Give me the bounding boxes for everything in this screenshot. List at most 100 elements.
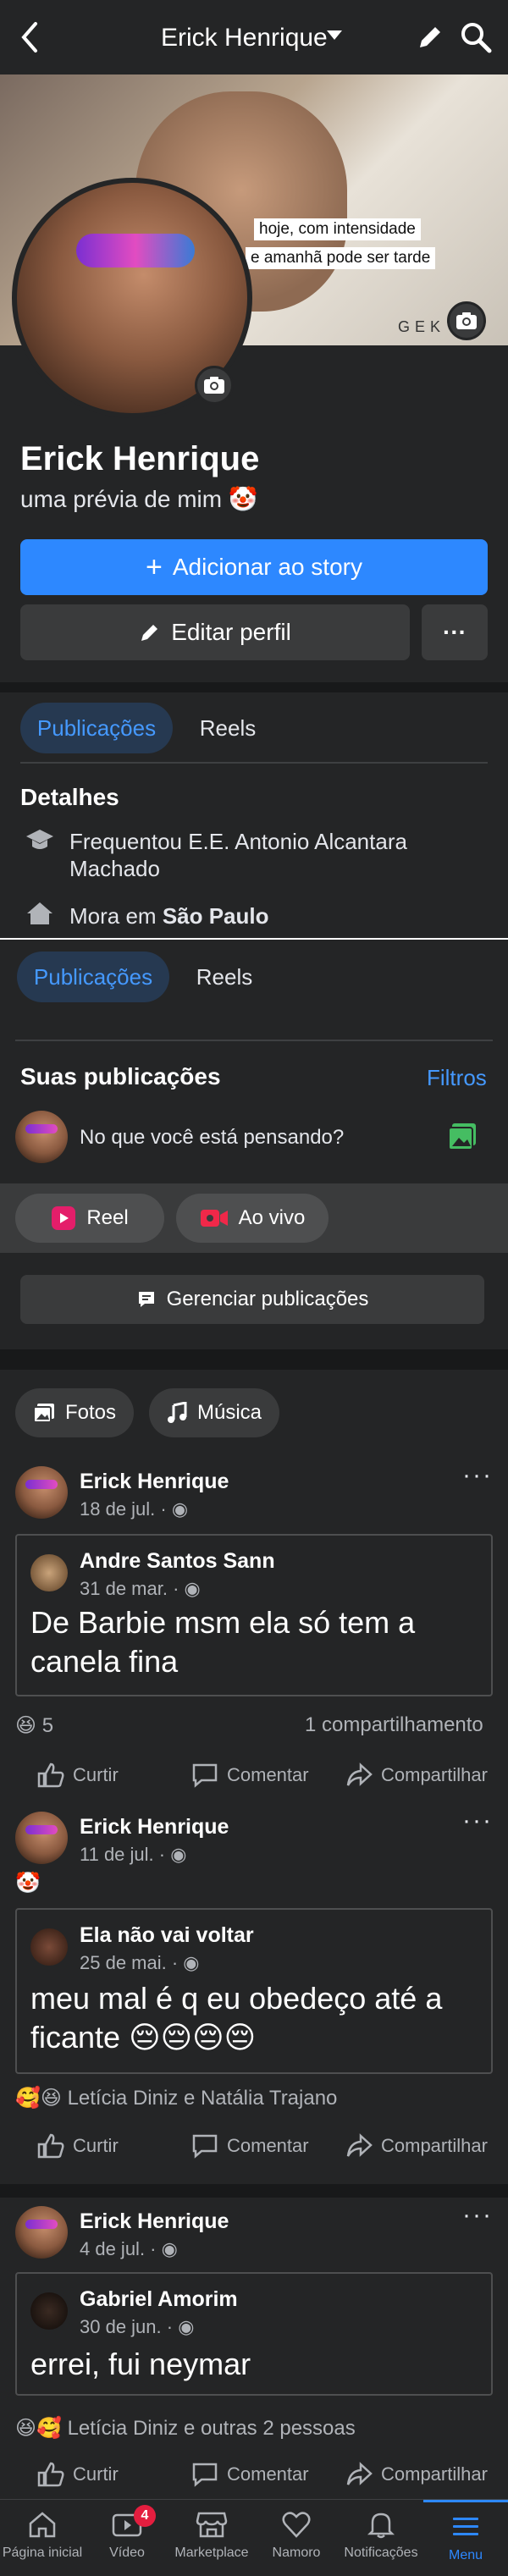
thumbs-up-icon: [37, 2133, 64, 2159]
more-options-button[interactable]: ···: [422, 604, 488, 660]
shared-author[interactable]: Andre Santos Sann: [80, 1549, 275, 1574]
detail-lives-city[interactable]: São Paulo: [163, 903, 269, 929]
share-label: Compartilhar: [381, 2463, 488, 2485]
nav-home[interactable]: Página inicial: [0, 2500, 85, 2576]
reaction-summary[interactable]: 😆🥰 Letícia Diniz e outras 2 pessoas: [15, 2416, 356, 2441]
photo-icon[interactable]: [447, 1123, 478, 1151]
chevron-left-icon[interactable]: [19, 20, 39, 54]
post-author-avatar[interactable]: [15, 1812, 68, 1864]
reaction-summary[interactable]: 🥰😆 Letícia Diniz e Natália Trajano: [15, 2086, 337, 2110]
post-more-icon[interactable]: ···: [462, 1461, 493, 1490]
comment-icon: [192, 2463, 218, 2487]
composer-input[interactable]: No que você está pensando?: [80, 1126, 344, 1150]
pencil-icon[interactable]: [415, 22, 445, 52]
post-author[interactable]: Erick Henrique: [80, 1470, 229, 1494]
globe-icon: ◉: [184, 1578, 201, 1599]
composer-avatar[interactable]: [15, 1111, 68, 1163]
music-label: Música: [196, 1401, 262, 1424]
go-live-button[interactable]: Ao vivo: [176, 1194, 329, 1243]
shared-post[interactable]: Andre Santos Sann 31 de mar. · ◉ De Barb…: [15, 1534, 493, 1696]
shared-author-avatar[interactable]: [30, 1928, 68, 1966]
tab-reels-2-label: Reels: [196, 963, 253, 990]
like-button[interactable]: Curtir: [37, 1762, 119, 1788]
share-label: Compartilhar: [381, 1764, 488, 1785]
heart-icon: [282, 2512, 311, 2538]
comment-button[interactable]: Comentar: [191, 1762, 309, 1788]
shared-text: meu mal é q eu obedeço até a ficante 😔😔😔…: [30, 1981, 443, 2055]
share-count[interactable]: 1 compartilhamento: [305, 1713, 483, 1737]
section-separator: [0, 1349, 508, 1370]
filters-link[interactable]: Filtros: [427, 1065, 487, 1091]
nav-dating[interactable]: Namoro: [254, 2500, 339, 2576]
page-title[interactable]: Erick Henrique: [161, 24, 328, 52]
manage-posts-label: Gerenciar publicações: [166, 1288, 369, 1310]
tab-reels-label: Reels: [199, 714, 257, 741]
graduation-cap-icon: [25, 828, 54, 853]
post-author[interactable]: Erick Henrique: [80, 2209, 229, 2234]
profile-bio: uma prévia de mim 🤡: [20, 486, 258, 512]
share-button[interactable]: Compartilhar: [345, 1762, 488, 1788]
comment-icon: [192, 2134, 218, 2159]
nav-menu[interactable]: Menu: [423, 2500, 508, 2576]
comment-button[interactable]: Comentar: [191, 2462, 309, 2487]
like-button[interactable]: Curtir: [37, 2133, 119, 2159]
shared-post[interactable]: Ela não vai voltar 25 de mai. · ◉ meu ma…: [15, 1908, 493, 2074]
cover-watermark: GEK: [398, 318, 446, 335]
share-label: Compartilhar: [381, 2135, 488, 2156]
reaction-count[interactable]: 😆 5: [15, 1713, 53, 1738]
nav-video[interactable]: 4 Vídeo: [85, 2500, 169, 2576]
create-reel-button[interactable]: Reel: [15, 1194, 164, 1243]
shared-author[interactable]: Gabriel Amorim: [80, 2287, 238, 2312]
tab-publications-2[interactable]: Publicações: [17, 952, 169, 1002]
comment-button[interactable]: Comentar: [191, 2133, 309, 2159]
post-author[interactable]: Erick Henrique: [80, 1815, 229, 1840]
music-chip[interactable]: Música: [149, 1388, 279, 1437]
shared-author-avatar[interactable]: [30, 2292, 68, 2330]
search-icon[interactable]: [459, 20, 493, 54]
shared-date: 25 de mai. · ◉: [80, 1952, 200, 1974]
share-button[interactable]: Compartilhar: [345, 2133, 488, 2159]
post-author-avatar[interactable]: [15, 1466, 68, 1519]
nav-marketplace[interactable]: Marketplace: [169, 2500, 254, 2576]
hamburger-menu-icon: [453, 2518, 478, 2535]
like-label: Curtir: [73, 2135, 119, 2156]
globe-icon: ◉: [183, 1952, 200, 1973]
photos-chip[interactable]: Fotos: [15, 1388, 134, 1437]
like-button[interactable]: Curtir: [37, 2462, 119, 2487]
home-icon: [25, 901, 54, 926]
manage-posts-button[interactable]: Gerenciar publicações: [20, 1275, 484, 1324]
detail-lives-prefix: Mora em: [69, 903, 163, 929]
divider: [15, 1040, 493, 1041]
post-date-text: 4 de jul. ·: [80, 2238, 157, 2259]
shared-author-avatar[interactable]: [30, 1554, 68, 1591]
post-author-avatar[interactable]: [15, 2206, 68, 2259]
share-icon: [346, 2462, 373, 2485]
shared-date: 30 de jun. · ◉: [80, 2316, 194, 2338]
post-date: 4 de jul. · ◉: [80, 2238, 178, 2260]
globe-icon: ◉: [161, 2238, 178, 2259]
share-button[interactable]: Compartilhar: [345, 2462, 488, 2487]
caret-down-icon[interactable]: [327, 30, 342, 40]
edit-profile-button[interactable]: Editar perfil: [20, 604, 410, 660]
post-date-text: 18 de jul. ·: [80, 1498, 167, 1520]
globe-icon: ◉: [171, 1498, 189, 1520]
tab-reels-2[interactable]: Reels: [178, 952, 271, 1002]
shared-date: 31 de mar. · ◉: [80, 1578, 201, 1600]
shared-author[interactable]: Ela não vai voltar: [80, 1923, 254, 1948]
pencil-icon: [139, 621, 161, 643]
shared-post[interactable]: Gabriel Amorim 30 de jun. · ◉ errei, fui…: [15, 2272, 493, 2396]
thumbs-up-icon: [37, 2462, 64, 2487]
video-badge: 4: [134, 2505, 156, 2527]
tab-publications[interactable]: Publicações: [20, 703, 173, 753]
photos-icon: [32, 1403, 55, 1423]
tab-reels[interactable]: Reels: [181, 703, 274, 753]
post-more-icon[interactable]: ···: [462, 2201, 493, 2230]
add-to-story-button[interactable]: + Adicionar ao story: [20, 539, 488, 595]
add-to-story-label: Adicionar ao story: [172, 554, 362, 580]
avatar-camera-icon[interactable]: [195, 366, 234, 405]
post-more-icon[interactable]: ···: [462, 1807, 493, 1835]
cover-camera-icon[interactable]: [447, 301, 486, 340]
divider: [20, 762, 488, 764]
nav-notifications[interactable]: Notificações: [339, 2500, 423, 2576]
post-date: 18 de jul. · ◉: [80, 1498, 188, 1520]
